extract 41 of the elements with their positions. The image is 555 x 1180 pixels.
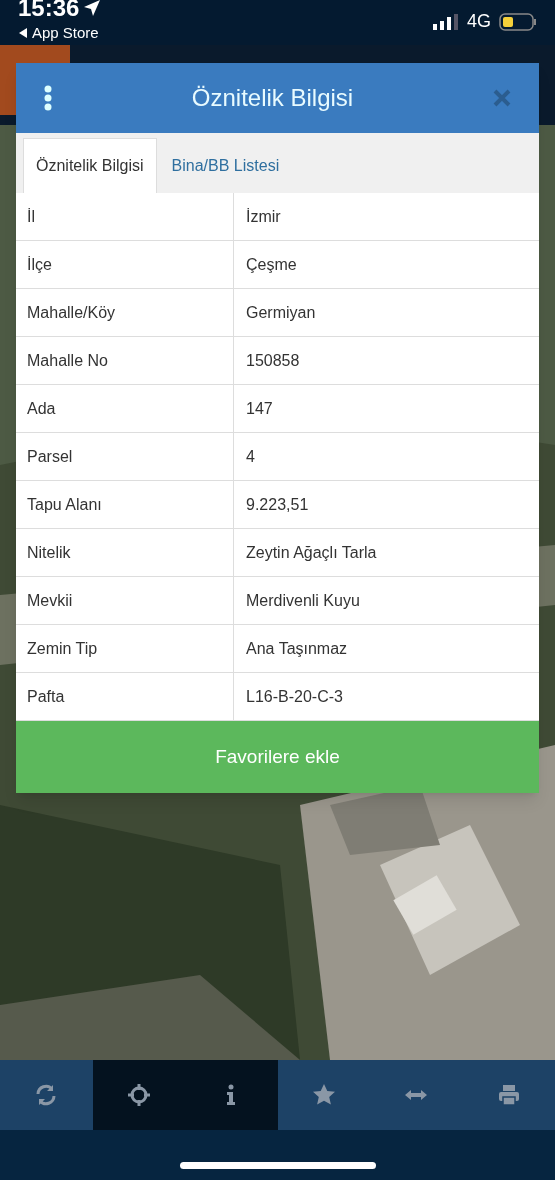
more-options-icon[interactable] bbox=[44, 85, 52, 111]
table-cell-text: Ana Taşınmaz bbox=[245, 638, 349, 659]
table-cell: Mevkii bbox=[16, 577, 234, 624]
tab[interactable]: Bina/BB Listesi bbox=[156, 138, 295, 193]
table-cell-text: L16-B-20-C-3 bbox=[245, 686, 344, 707]
back-arrow-icon[interactable] bbox=[18, 27, 28, 40]
info-icon bbox=[226, 1084, 237, 1106]
table-cell-text: 150858 bbox=[245, 350, 301, 371]
table-cell: Mahalle No bbox=[16, 337, 234, 384]
toolbar-button[interactable] bbox=[462, 1060, 555, 1130]
table-cell: İlçe bbox=[16, 241, 234, 288]
tab[interactable]: Öznitelik Bilgisi bbox=[23, 138, 157, 193]
toolbar-button[interactable] bbox=[0, 1060, 93, 1130]
table-cell-text: Germiyan bbox=[245, 302, 317, 323]
table-cell: Ada bbox=[16, 385, 234, 432]
toolbar-button[interactable] bbox=[92, 1060, 185, 1130]
toolbar-button[interactable] bbox=[277, 1060, 370, 1130]
table-cell: Tapu Alanı bbox=[16, 481, 234, 528]
table-cell: Pafta bbox=[16, 673, 234, 720]
table-cell-text: İzmir bbox=[245, 206, 282, 227]
back-link[interactable]: App Store bbox=[32, 22, 99, 45]
table-cell-text: Merdivenli Kuyu bbox=[245, 590, 361, 611]
battery-icon bbox=[499, 12, 537, 31]
dialog-title: Öznitelik Bilgisi bbox=[190, 83, 355, 113]
printer-icon bbox=[496, 1083, 521, 1107]
table-cell-text: 9.223,51 bbox=[245, 494, 310, 515]
location-arrow-icon bbox=[83, 0, 102, 17]
table-cell: İl bbox=[16, 193, 234, 240]
table-cell: Mahalle/Köy bbox=[16, 289, 234, 336]
signal-icon bbox=[433, 13, 459, 30]
table-cell: Nitelik bbox=[16, 529, 234, 576]
star-icon bbox=[311, 1083, 336, 1107]
network-label: 4G bbox=[467, 10, 491, 33]
table-cell: Parsel bbox=[16, 433, 234, 480]
table-cell-text: 4 bbox=[245, 446, 256, 467]
crosshair-icon bbox=[126, 1083, 151, 1107]
clock-time: 15:36 bbox=[18, 0, 80, 22]
table-cell-text: Zeytin Ağaçlı Tarla bbox=[245, 542, 378, 563]
table-cell-text: Çeşme bbox=[245, 254, 298, 275]
table-cell-text: 147 bbox=[245, 398, 274, 419]
table-cell: Zemin Tip bbox=[16, 625, 234, 672]
